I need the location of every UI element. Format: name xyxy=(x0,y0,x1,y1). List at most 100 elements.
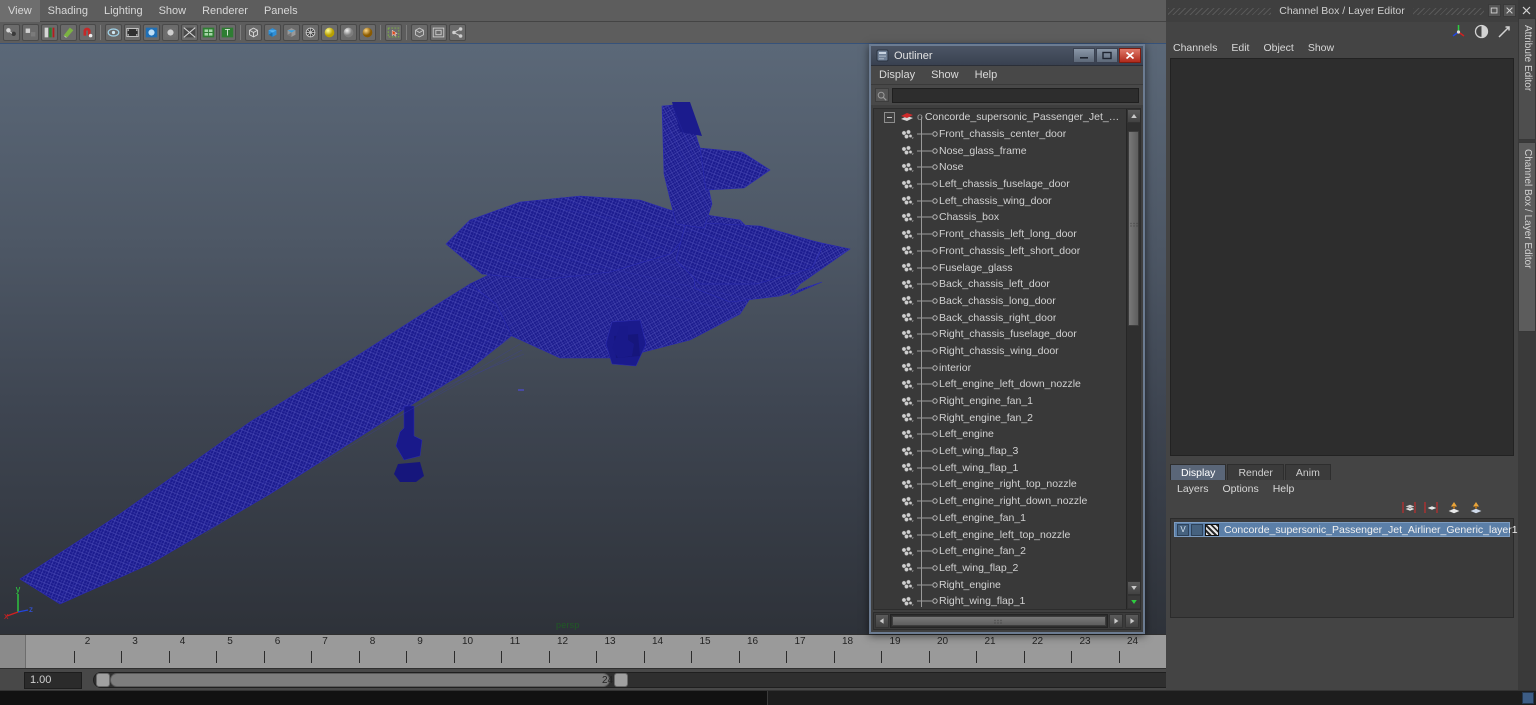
cb-menu-channels[interactable]: Channels xyxy=(1166,40,1224,56)
viewport-layout-icon[interactable] xyxy=(430,24,447,41)
layer-list[interactable]: V Concorde_supersonic_Passenger_Jet_Airl… xyxy=(1170,518,1518,618)
menu-lighting[interactable]: Lighting xyxy=(96,0,151,22)
cb-menu-show[interactable]: Show xyxy=(1301,40,1341,56)
outliner-item-row[interactable]: Left_wing_flap_1 xyxy=(874,459,1126,476)
paint-select-icon[interactable] xyxy=(60,24,77,41)
outliner-item-row[interactable]: Chassis_box xyxy=(874,209,1126,226)
light-default-icon[interactable] xyxy=(321,24,338,41)
range-bar[interactable] xyxy=(110,673,610,687)
time-slider-current-frame-marker[interactable] xyxy=(0,635,26,669)
cb-menu-edit[interactable]: Edit xyxy=(1224,40,1256,56)
tab-render[interactable]: Render xyxy=(1227,464,1284,480)
outliner-search-input[interactable] xyxy=(892,87,1139,103)
share-graph-icon[interactable] xyxy=(449,24,466,41)
film-gate-icon[interactable] xyxy=(124,24,141,41)
vertical-scroll-thumb[interactable] xyxy=(1128,131,1139,326)
move-layer-down-icon[interactable] xyxy=(1468,501,1484,516)
outliner-item-row[interactable]: Back_chassis_left_door xyxy=(874,276,1126,293)
channel-box-icon[interactable] xyxy=(1450,23,1467,40)
text-toggle-icon[interactable]: T xyxy=(219,24,236,41)
outliner-item-row[interactable]: Front_chassis_left_long_door xyxy=(874,226,1126,243)
vtab-channel-box-layer-editor[interactable]: Channel Box / Layer Editor xyxy=(1518,142,1536,332)
select-tool-icon[interactable] xyxy=(385,24,402,41)
new-layer-from-selected-icon[interactable] xyxy=(1424,501,1440,516)
outliner-item-row[interactable]: Right_wing_flap_1 xyxy=(874,593,1126,609)
range-start-field[interactable]: 1.00 xyxy=(24,672,82,689)
layer-visibility-toggle[interactable]: V xyxy=(1177,523,1189,536)
scroll-left-button[interactable] xyxy=(875,614,889,628)
dock-title-bar[interactable]: Channel Box / Layer Editor xyxy=(1166,0,1518,22)
scroll-page-down-button[interactable] xyxy=(1127,595,1140,609)
smooth-shade-selected-icon[interactable] xyxy=(283,24,300,41)
maximize-button[interactable] xyxy=(1096,48,1118,63)
undock-button[interactable] xyxy=(1488,4,1501,17)
outliner-title-bar[interactable]: Outliner xyxy=(871,46,1143,66)
menu-show[interactable]: Show xyxy=(151,0,195,22)
outliner-item-row[interactable]: interior xyxy=(874,359,1126,376)
menu-view[interactable]: View xyxy=(0,0,40,22)
grid-toggle-icon[interactable] xyxy=(200,24,217,41)
outliner-horizontal-scrollbar[interactable] xyxy=(873,612,1141,630)
range-slider-track[interactable]: 1 24 xyxy=(93,672,1173,688)
dock-close-button[interactable] xyxy=(1503,4,1516,17)
scroll-down-button[interactable] xyxy=(1127,581,1140,595)
isolate-select-icon[interactable] xyxy=(105,24,122,41)
outliner-item-row[interactable]: Left_chassis_fuselage_door xyxy=(874,176,1126,193)
wireframe-shading-icon[interactable] xyxy=(245,24,262,41)
outliner-item-row[interactable]: Right_engine_fan_1 xyxy=(874,393,1126,410)
command-input[interactable] xyxy=(0,691,768,705)
outliner-item-row[interactable]: Left_wing_flap_3 xyxy=(874,443,1126,460)
new-layer-icon[interactable] xyxy=(1402,501,1418,516)
tool-settings-icon[interactable] xyxy=(1496,23,1513,40)
gate-mask-icon[interactable] xyxy=(162,24,179,41)
tab-display[interactable]: Display xyxy=(1170,464,1227,480)
outliner-vertical-scrollbar[interactable] xyxy=(1126,109,1140,609)
outliner-menu-help[interactable]: Help xyxy=(967,66,1006,85)
outliner-item-row[interactable]: Left_engine_right_down_nozzle xyxy=(874,493,1126,510)
range-start-handle[interactable] xyxy=(96,673,110,687)
outliner-item-row[interactable]: Right_chassis_wing_door xyxy=(874,343,1126,360)
attribute-editor-toggle-icon[interactable] xyxy=(1473,23,1490,40)
menu-shading[interactable]: Shading xyxy=(40,0,96,22)
outliner-item-row[interactable]: Left_engine_fan_2 xyxy=(874,543,1126,560)
smooth-shade-all-icon[interactable] xyxy=(264,24,281,41)
move-layer-up-icon[interactable] xyxy=(1446,501,1462,516)
outliner-item-row[interactable]: Left_engine_left_down_nozzle xyxy=(874,376,1126,393)
outliner-item-row[interactable]: Front_chassis_center_door xyxy=(874,126,1126,143)
outliner-menu-display[interactable]: Display xyxy=(871,66,923,85)
select-by-object-type-icon[interactable] xyxy=(22,24,39,41)
outliner-item-row[interactable]: Fuselage_glass xyxy=(874,259,1126,276)
layer-row[interactable]: V Concorde_supersonic_Passenger_Jet_Airl… xyxy=(1174,522,1518,537)
select-by-component-type-icon[interactable] xyxy=(41,24,58,41)
expand-collapse-icon[interactable] xyxy=(884,111,895,123)
resolution-gate-icon[interactable] xyxy=(143,24,160,41)
texture-toggle-icon[interactable] xyxy=(411,24,428,41)
horizontal-scroll-thumb[interactable] xyxy=(892,616,1106,626)
outliner-item-row[interactable]: Left_chassis_wing_door xyxy=(874,192,1126,209)
outliner-item-row[interactable]: Right_chassis_fuselage_door xyxy=(874,326,1126,343)
outliner-item-row[interactable]: Right_engine xyxy=(874,576,1126,593)
vtab-close-icon[interactable] xyxy=(1521,3,1532,15)
horizontal-scroll-track[interactable] xyxy=(890,614,1108,628)
outliner-root-row[interactable]: o Concorde_supersonic_Passenger_Jet_Airli… xyxy=(874,109,1126,126)
outliner-item-row[interactable]: Left_engine_fan_1 xyxy=(874,510,1126,527)
outliner-item-row[interactable]: Left_engine xyxy=(874,426,1126,443)
close-button[interactable] xyxy=(1119,48,1141,63)
layer-playback-toggle[interactable] xyxy=(1191,523,1203,536)
outliner-list[interactable]: o Concorde_supersonic_Passenger_Jet_Airli… xyxy=(874,109,1126,609)
outliner-item-row[interactable]: Nose_glass_frame xyxy=(874,142,1126,159)
light-all-icon[interactable] xyxy=(340,24,357,41)
tab-anim[interactable]: Anim xyxy=(1284,464,1331,480)
scroll-page-right-button[interactable] xyxy=(1125,614,1139,628)
menu-renderer[interactable]: Renderer xyxy=(194,0,256,22)
minimize-button[interactable] xyxy=(1073,48,1095,63)
search-icon[interactable] xyxy=(875,88,889,102)
time-slider[interactable]: 2 3 4 5 6 7 8 9 10 11 12 13 14 15 16 17 18 19 20 21 22 23 24 xyxy=(0,634,1166,669)
le-menu-layers[interactable]: Layers xyxy=(1170,481,1216,497)
script-editor-button[interactable] xyxy=(1522,692,1534,704)
scroll-up-button[interactable] xyxy=(1127,109,1140,123)
select-by-hierarchy-icon[interactable] xyxy=(3,24,20,41)
outliner-item-row[interactable]: Left_engine_right_top_nozzle xyxy=(874,476,1126,493)
cb-menu-object[interactable]: Object xyxy=(1256,40,1300,56)
outliner-menu-show[interactable]: Show xyxy=(923,66,967,85)
